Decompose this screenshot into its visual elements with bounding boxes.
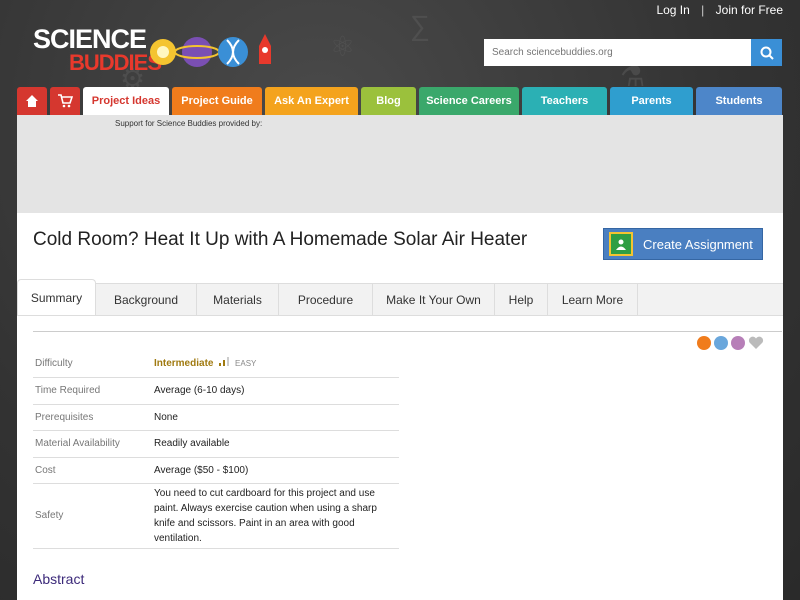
detail-value: Average ($50 - $100): [152, 457, 399, 484]
tab-procedure[interactable]: Procedure: [279, 284, 373, 316]
table-row: Material Availability Readily available: [33, 430, 399, 458]
detail-key: Prerequisites: [33, 404, 152, 431]
create-assignment-button[interactable]: Create Assignment: [603, 228, 763, 260]
share-icons: [697, 336, 764, 350]
nav-science-careers[interactable]: Science Careers: [419, 87, 519, 115]
logo-science-icons: [150, 34, 271, 67]
difficulty-sublevel: EASY: [235, 359, 257, 369]
home-icon: [26, 95, 38, 107]
nav-ask-an-expert[interactable]: Ask An Expert: [265, 87, 358, 115]
google-classroom-share-icon[interactable]: [697, 336, 711, 350]
nav-cart[interactable]: [50, 87, 80, 115]
google-classroom-icon: [609, 232, 633, 256]
science-buddies-logo[interactable]: SCIENCE BUDDIES: [33, 20, 293, 80]
table-row: Safety You need to cut cardboard for thi…: [33, 483, 399, 549]
tab-background[interactable]: Background: [96, 284, 197, 316]
tab-learn-more[interactable]: Learn More: [548, 284, 638, 316]
ad-area: [17, 115, 783, 213]
detail-value: You need to cut cardboard for this proje…: [152, 483, 399, 549]
classroom-person-icon: [616, 239, 626, 250]
difficulty-bars-icon: [219, 357, 230, 367]
atom-doodle-icon: ⚛: [330, 31, 356, 62]
project-subtabs: Summary Background Materials Procedure M…: [17, 279, 783, 316]
formula-doodle-icon: ∑: [410, 10, 430, 41]
table-row: Difficulty Intermediate EASY: [33, 351, 399, 378]
detail-key: Cost: [33, 457, 152, 484]
nav-blog[interactable]: Blog: [361, 87, 416, 115]
detail-key: Time Required: [33, 377, 152, 405]
summary-divider: [33, 331, 782, 332]
email-icon[interactable]: [731, 336, 745, 350]
tab-help[interactable]: Help: [495, 284, 548, 316]
search-icon: [760, 46, 774, 60]
detail-value: Average (6-10 days): [152, 377, 399, 405]
tab-summary[interactable]: Summary: [17, 279, 96, 315]
print-icon[interactable]: [714, 336, 728, 350]
login-link[interactable]: Log In: [656, 3, 689, 17]
nav-students[interactable]: Students: [696, 87, 782, 115]
page-title: Cold Room? Heat It Up with A Homemade So…: [33, 229, 528, 250]
table-row: Cost Average ($50 - $100): [33, 457, 399, 484]
table-row: Time Required Average (6-10 days): [33, 377, 399, 405]
account-links: Log In | Join for Free: [656, 3, 783, 17]
detail-value: Readily available: [152, 430, 399, 458]
cart-icon: [58, 94, 73, 108]
join-link[interactable]: Join for Free: [716, 3, 783, 17]
abstract-heading: Abstract: [33, 571, 85, 587]
search-button[interactable]: [751, 39, 782, 66]
nav-teachers[interactable]: Teachers: [522, 87, 607, 115]
link-separator: |: [701, 3, 705, 17]
tab-materials[interactable]: Materials: [197, 284, 279, 316]
main-nav: Project Ideas Project Guide Ask An Exper…: [17, 87, 782, 115]
create-assignment-label: Create Assignment: [643, 236, 753, 252]
detail-key: Difficulty: [33, 351, 152, 378]
detail-value: Intermediate EASY: [152, 351, 399, 378]
detail-key: Material Availability: [33, 430, 152, 458]
table-row: Prerequisites None: [33, 404, 399, 431]
support-text: Support for Science Buddies provided by:: [115, 119, 263, 128]
difficulty-level[interactable]: Intermediate: [154, 358, 213, 369]
nav-project-guide[interactable]: Project Guide: [172, 87, 262, 115]
tab-make-it-your-own[interactable]: Make It Your Own: [373, 284, 495, 316]
detail-key: Safety: [33, 483, 152, 549]
detail-value: None: [152, 404, 399, 431]
project-details-table: Difficulty Intermediate EASY Time Requir…: [33, 351, 399, 549]
search-bar: [484, 39, 782, 66]
nav-project-ideas[interactable]: Project Ideas: [83, 87, 169, 115]
nav-home[interactable]: [17, 87, 47, 115]
favorite-heart-icon[interactable]: [748, 336, 764, 350]
search-input[interactable]: [484, 39, 751, 66]
nav-parents[interactable]: Parents: [610, 87, 693, 115]
